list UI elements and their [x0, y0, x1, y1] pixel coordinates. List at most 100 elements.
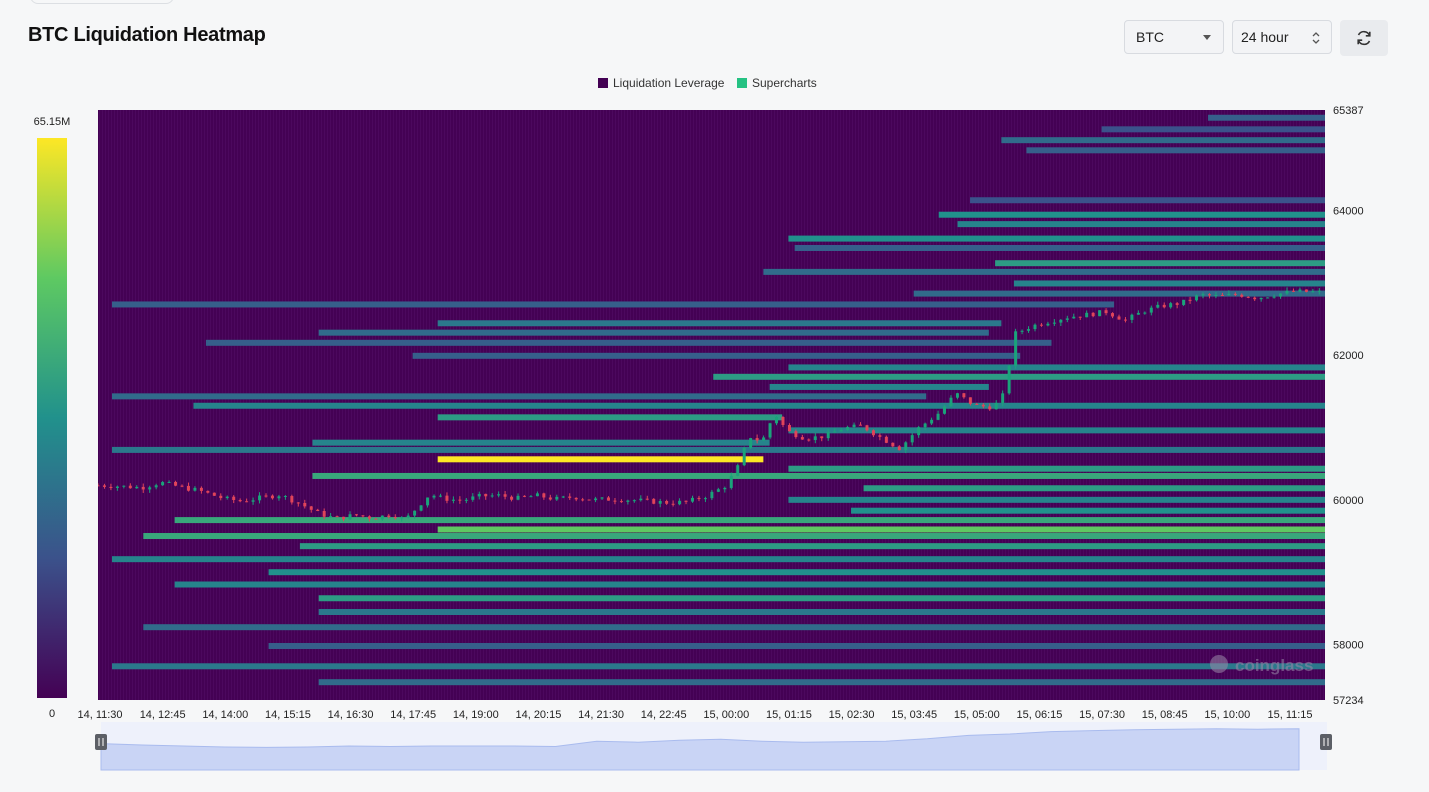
candle-body: [1279, 293, 1283, 297]
candle-body: [225, 496, 229, 499]
candle-body: [1169, 303, 1173, 308]
colorbar-max-label: 65.15M: [34, 116, 71, 128]
candle-body: [781, 416, 785, 425]
candle-body: [710, 491, 714, 499]
candle-body: [1078, 316, 1082, 318]
candle-body: [1123, 319, 1127, 321]
candle-body: [180, 485, 184, 487]
candle-body: [962, 393, 966, 398]
candle-body: [503, 494, 507, 497]
candle-body: [309, 506, 313, 510]
candle-body: [1033, 324, 1037, 330]
candle-body: [1240, 294, 1244, 297]
candle-body: [1311, 291, 1315, 293]
candle-body: [1098, 310, 1102, 317]
x-tick-label: 15, 03:45: [891, 709, 937, 721]
navigator-handle-right[interactable]: [1320, 734, 1332, 750]
candle-body: [167, 481, 171, 483]
candle-body: [600, 497, 604, 499]
candle-body: [367, 516, 371, 519]
candle-body: [943, 406, 947, 414]
candle-body: [490, 495, 494, 497]
chart-legend: Liquidation Leverage Supercharts: [598, 76, 817, 90]
candle-body: [238, 500, 242, 502]
candle-body: [1007, 365, 1011, 394]
candle-body: [955, 393, 959, 398]
candle-body: [193, 487, 197, 491]
candle-body: [594, 498, 598, 501]
candle-body: [852, 424, 856, 428]
candle-body: [522, 495, 526, 497]
candle-body: [606, 497, 610, 501]
candle-body: [393, 516, 397, 519]
candle-body: [303, 502, 307, 507]
candle-body: [820, 436, 824, 439]
candle-body: [98, 485, 100, 487]
candle-body: [736, 465, 740, 476]
legend-swatch-liquidation[interactable]: [598, 78, 608, 88]
candle-body: [1001, 393, 1005, 403]
candle-body: [1233, 293, 1237, 295]
candle-body: [619, 501, 623, 503]
candle-body: [800, 437, 804, 440]
candle-body: [613, 500, 617, 502]
candle-body: [561, 496, 565, 498]
candle-body: [1182, 299, 1186, 305]
candle-body: [1266, 297, 1270, 299]
candle-body: [115, 486, 119, 488]
candle-body: [1085, 312, 1089, 318]
candle-body: [374, 518, 378, 520]
x-tick-label: 15, 07:30: [1079, 709, 1125, 721]
heatmap-band: [788, 496, 1325, 503]
candle-body: [871, 430, 875, 436]
heatmap-band: [112, 663, 1325, 670]
heatmap-band: [788, 465, 1325, 472]
candle-body: [1304, 289, 1308, 292]
legend-label-liquidation[interactable]: Liquidation Leverage: [613, 76, 725, 90]
candle-body: [891, 442, 895, 447]
coin-select[interactable]: BTC: [1124, 20, 1224, 54]
candle-body: [413, 510, 417, 516]
candle-body: [645, 498, 649, 500]
heatmap-band: [312, 472, 1325, 479]
candle-body: [128, 485, 132, 489]
candle-body: [865, 425, 869, 431]
range-select[interactable]: 24 hour: [1232, 20, 1332, 54]
x-tick-label: 14, 21:30: [578, 709, 624, 721]
candle-body: [1130, 314, 1134, 320]
legend-swatch-supercharts[interactable]: [737, 78, 747, 88]
candle-body: [516, 495, 520, 500]
candle-body: [807, 439, 811, 441]
x-axis: 14, 11:30 14, 12:45 14, 14:00 14, 15:15 14, …: [77, 709, 1312, 721]
range-navigator[interactable]: [95, 722, 1332, 771]
legend-label-supercharts[interactable]: Supercharts: [752, 76, 817, 90]
navigator-handle-left[interactable]: [95, 734, 107, 750]
candle-body: [1259, 297, 1263, 300]
candle-body: [994, 402, 998, 410]
candle-body: [658, 500, 662, 504]
candle-body: [768, 423, 772, 438]
candle-body: [542, 493, 546, 498]
page-title: BTC Liquidation Heatmap: [28, 24, 266, 46]
x-tick-label: 14, 19:00: [453, 709, 499, 721]
refresh-button[interactable]: [1340, 20, 1388, 56]
heatmap-band: [437, 320, 1002, 327]
heatmap-band: [1001, 137, 1325, 144]
candle-body: [755, 438, 759, 441]
candle-body: [684, 500, 688, 502]
candle-body: [445, 495, 449, 501]
heatmap-band: [970, 197, 1325, 204]
candle-body: [1156, 304, 1160, 308]
candle-body: [859, 424, 863, 426]
x-tick-label: 15, 11:15: [1267, 709, 1312, 721]
candle-body: [535, 493, 539, 497]
candle-body: [322, 511, 326, 517]
candle-body: [1317, 290, 1321, 292]
heatmap-band: [112, 446, 1325, 453]
candle-body: [1298, 289, 1302, 292]
candle-body: [1059, 319, 1063, 323]
candle-body: [510, 496, 514, 500]
candle-body: [464, 499, 468, 501]
candle-body: [1149, 307, 1153, 313]
top-tab: [30, 0, 174, 4]
